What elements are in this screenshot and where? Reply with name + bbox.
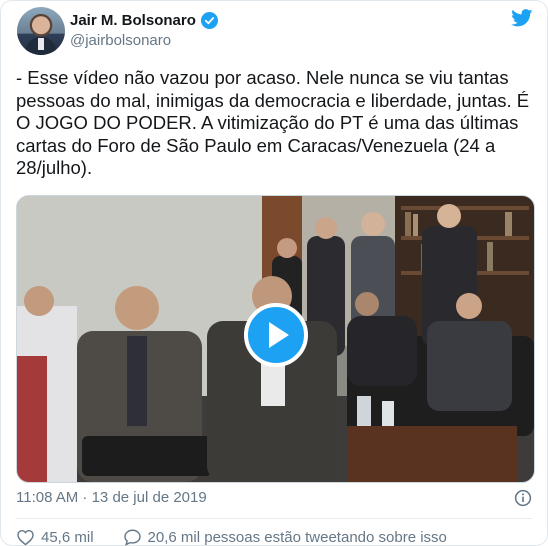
play-icon (269, 322, 289, 348)
tweet-text: - Esse vídeo não vazou por acaso. Nele n… (16, 67, 530, 179)
verified-badge-icon (200, 12, 218, 29)
likes-count[interactable]: 45,6 mil (41, 529, 94, 546)
play-button[interactable] (244, 303, 308, 367)
divider (16, 518, 532, 519)
twitter-bird-icon[interactable] (511, 9, 533, 27)
author-handle[interactable]: @jairbolsonaro (70, 32, 171, 49)
reply-icon[interactable] (123, 528, 142, 546)
tweet-actions: 45,6 mil 20,6 mil pessoas estão tweetand… (16, 528, 447, 546)
conversation-link[interactable]: 20,6 mil pessoas estão tweetando sobre i… (148, 529, 447, 546)
tweet-card[interactable]: Jair M. Bolsonaro @jairbolsonaro - Esse … (0, 0, 548, 546)
tweet-timestamp[interactable]: 11:08 AM · 13 de jul de 2019 (16, 489, 207, 506)
avatar[interactable] (17, 7, 65, 55)
video-player[interactable] (16, 195, 535, 483)
author-row: Jair M. Bolsonaro (70, 12, 218, 29)
heart-icon[interactable] (16, 528, 35, 546)
author-name[interactable]: Jair M. Bolsonaro (70, 12, 196, 29)
info-icon[interactable] (514, 489, 532, 507)
